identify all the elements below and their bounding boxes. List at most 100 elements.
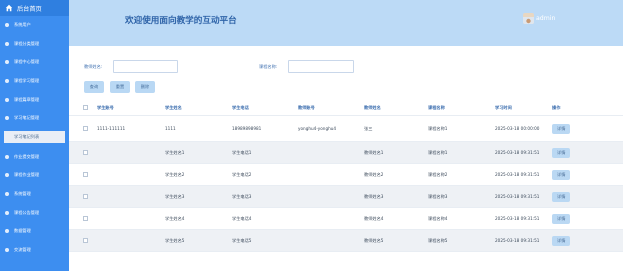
sidebar-item[interactable]: 课程作业管理	[0, 168, 69, 182]
table-cell: 教师姓名3	[364, 193, 384, 199]
sidebar-item-label: 系统管理	[14, 191, 31, 196]
avatar[interactable]	[523, 13, 534, 24]
chapter-icon	[5, 98, 9, 102]
table-cell: 课程名称4	[428, 215, 448, 221]
table-cell: yonghu4-yonghu4	[298, 126, 337, 131]
study-icon	[5, 79, 9, 83]
table-cell: 学生姓名4	[165, 215, 185, 221]
table-cell: 课程名称2	[428, 171, 448, 177]
table-cell: 学生姓名2	[165, 171, 185, 177]
sidebar-item-label: 交流管理	[14, 247, 31, 252]
submenu-item-note-list[interactable]: 学习笔记列表	[4, 131, 65, 143]
teacher-name-input[interactable]	[113, 60, 178, 73]
table-cell: 学生姓名5	[165, 237, 185, 243]
user-icon	[5, 23, 9, 27]
sidebar-item-label: 作业提交管理	[14, 154, 40, 159]
sidebar-item[interactable]: 课程公告管理	[0, 206, 69, 220]
sidebar-item[interactable]: 课程学习管理	[0, 74, 69, 88]
homework-icon	[5, 155, 9, 159]
table-cell: 教师姓名1	[364, 149, 384, 155]
table-row: 1111-111111 1111 18989898981 yonghu4-yonghu…	[69, 116, 623, 142]
sidebar-item[interactable]: 课程分类管理	[0, 37, 69, 51]
sidebar-item-label: 课程学习管理	[14, 78, 40, 83]
username[interactable]: admin	[536, 15, 555, 22]
table-cell: 学生电话1	[232, 149, 252, 155]
detail-button[interactable]: 详情	[552, 123, 571, 134]
detail-button[interactable]: 详情	[552, 213, 571, 224]
table-cell: 教师姓名4	[364, 215, 384, 221]
sidebar-item-label: 课程分类管理	[14, 41, 40, 46]
teacher-name-label: 教师姓名:	[84, 64, 103, 69]
sidebar-item[interactable]: 数据管理	[0, 224, 69, 238]
table-cell: 2025-03-18 09:31:51	[495, 150, 540, 155]
table-row: 学生姓名4 学生电话4 教师姓名4 课程名称4 2025-03-18 09:31:51 详…	[69, 208, 623, 230]
action-cell: 详情	[552, 142, 571, 163]
row-checkbox[interactable]	[83, 116, 88, 141]
course-name-label: 课程名称:	[259, 64, 278, 69]
settings-icon	[5, 192, 9, 196]
detail-button[interactable]: 详情	[552, 169, 571, 180]
row-checkbox[interactable]	[83, 230, 88, 251]
row-checkbox[interactable]	[83, 186, 88, 207]
query-button[interactable]: 查询	[84, 81, 104, 93]
course-name-input[interactable]	[288, 60, 354, 73]
table-cell: 2025-03-18 09:31:51	[495, 216, 540, 221]
row-checkbox[interactable]	[83, 142, 88, 163]
column-header: 操作	[552, 104, 561, 110]
sidebar-header[interactable]: 后台首页	[0, 0, 69, 16]
table-cell: 学生姓名1	[165, 149, 185, 155]
note-icon	[5, 116, 9, 120]
sidebar-item[interactable]: 课程篇章管理	[0, 93, 69, 107]
column-header: 学生账号	[97, 104, 114, 110]
table-cell: 课程名称1	[428, 149, 448, 155]
sidebar-item-label: 课程篇章管理	[14, 97, 40, 102]
table-cell: 张三	[364, 125, 373, 131]
action-cell: 详情	[552, 230, 571, 251]
row-checkbox[interactable]	[83, 164, 88, 185]
column-header: 教师姓名	[364, 104, 381, 110]
detail-button[interactable]: 详情	[552, 235, 571, 246]
sidebar-item-label: 课程中心管理	[14, 59, 40, 64]
table-cell: 学生姓名3	[165, 193, 185, 199]
reset-button[interactable]: 重置	[110, 81, 130, 93]
column-header: 学生电话	[232, 104, 249, 110]
action-cell: 详情	[552, 186, 571, 207]
chat-icon	[5, 248, 9, 252]
sidebar-item-label: 系统用户	[14, 22, 31, 27]
sidebar-item[interactable]: 交流管理	[0, 243, 69, 257]
table-cell: 2025-03-18 09:31:51	[495, 238, 540, 243]
sidebar-item[interactable]: 作业提交管理	[0, 150, 69, 164]
action-cell: 详情	[552, 164, 571, 185]
table-cell: 学生电话2	[232, 171, 252, 177]
table-cell: 学生电话4	[232, 215, 252, 221]
page-title: 欢迎使用面向教学的互动平台	[125, 16, 237, 26]
table-cell: 2025-03-18 09:31:51	[495, 194, 540, 199]
sidebar-item[interactable]: 系统管理	[0, 187, 69, 201]
delete-button[interactable]: 删除	[135, 81, 155, 93]
detail-button[interactable]: 详情	[552, 191, 571, 202]
action-cell: 详情	[552, 208, 571, 229]
row-checkbox[interactable]	[83, 208, 88, 229]
sidebar-item[interactable]: 系统用户	[0, 18, 69, 32]
table-cell: 课程名称1	[428, 125, 448, 131]
assignment-icon	[5, 173, 9, 177]
table-cell: 2025-03-18 09:31:51	[495, 172, 540, 177]
sidebar-item[interactable]: 课程中心管理	[0, 55, 69, 69]
column-header: 教师账号	[298, 104, 315, 110]
top-header: 欢迎使用面向教学的互动平台 admin	[69, 0, 623, 46]
sidebar-item-label: 数据管理	[14, 228, 31, 233]
table-row: 学生姓名1 学生电话1 教师姓名1 课程名称1 2025-03-18 09:31:51 详…	[69, 142, 623, 164]
column-header: 课程名称	[428, 104, 445, 110]
sidebar-item-label: 学习笔记管理	[14, 115, 40, 120]
table-row: 学生姓名2 学生电话2 教师姓名2 课程名称2 2025-03-18 09:31:51 详…	[69, 164, 623, 186]
data-icon	[5, 229, 9, 233]
table-cell: 教师姓名5	[364, 237, 384, 243]
detail-button[interactable]: 详情	[552, 147, 571, 158]
table-cell: 1111	[165, 126, 176, 131]
sidebar-item[interactable]: 学习笔记管理	[0, 111, 69, 125]
table-row: 学生姓名5 学生电话5 教师姓名5 课程名称5 2025-03-18 09:31:51 详…	[69, 230, 623, 252]
select-all-checkbox[interactable]	[83, 100, 88, 115]
action-cell: 详情	[552, 116, 571, 141]
table-cell: 2025-03-18 00:00:00	[495, 126, 540, 131]
table-cell: 课程名称5	[428, 237, 448, 243]
